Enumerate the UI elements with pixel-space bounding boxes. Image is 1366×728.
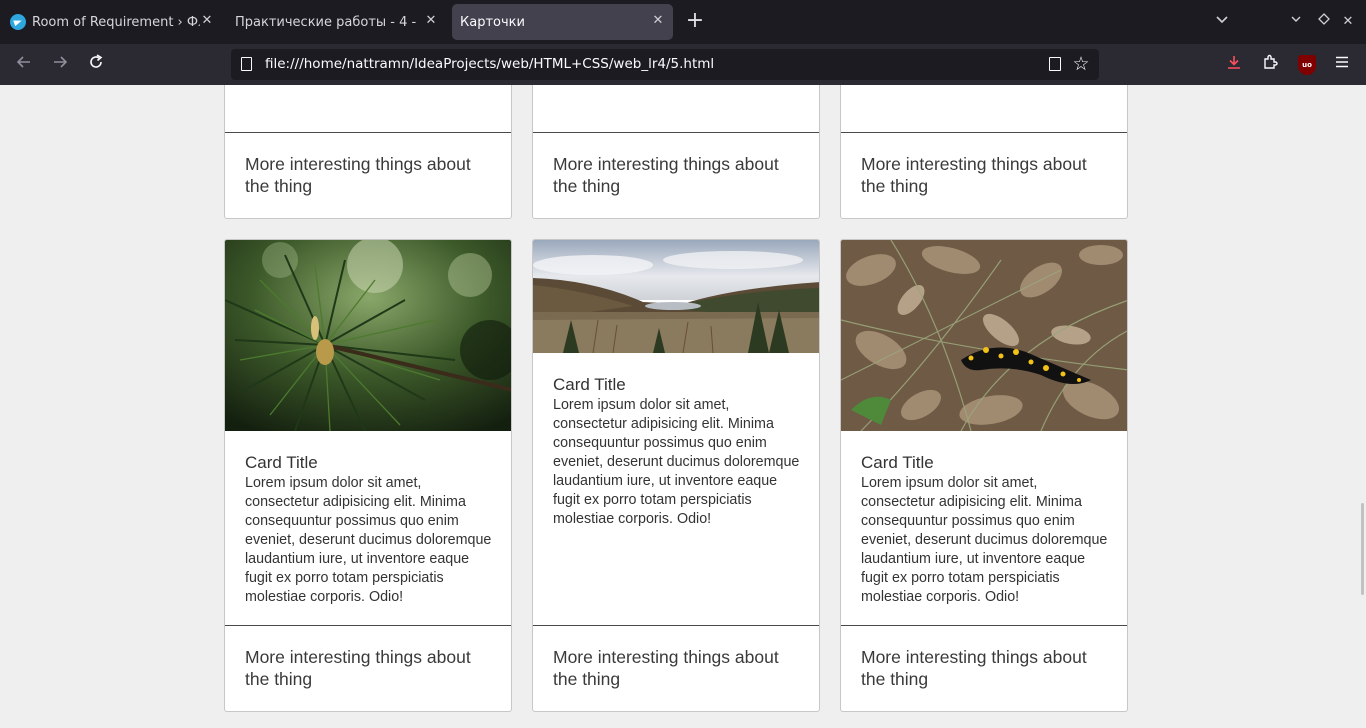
card-footer: More interesting things about the thing (841, 625, 1127, 711)
navigation-toolbar: file:///home/nattramn/IdeaProjects/web/H… (0, 44, 1366, 85)
diamond-icon[interactable] (1314, 12, 1334, 32)
tab-title: Карточки (460, 14, 525, 30)
card: Card Title Lorem ipsum dolor sit amet, c… (532, 239, 820, 712)
card-footer: More interesting things about the thing (225, 132, 511, 218)
download-icon[interactable] (1223, 54, 1245, 76)
card: More interesting things about the thing (840, 85, 1128, 219)
bookmark-star-icon[interactable]: ☆ (1070, 51, 1092, 77)
card-footer: More interesting things about the thing (841, 132, 1127, 218)
card: More interesting things about the thing (532, 85, 820, 219)
tab-title: Room of Requirement › Флуд (32, 14, 200, 30)
card-body: Card Title Lorem ipsum dolor sit amet, c… (553, 375, 805, 529)
card-text: Lorem ipsum dolor sit amet, consectetur … (553, 397, 800, 527)
card-footer: More interesting things about the thing (533, 625, 819, 711)
back-arrow-icon[interactable] (13, 54, 35, 76)
card-title: Card Title (245, 453, 318, 472)
card: More interesting things about the thing (224, 85, 512, 219)
card-title: Card Title (861, 453, 934, 472)
tab-title: Практические работы - 4 - HTML (235, 14, 421, 30)
card: Card Title Lorem ipsum dolor sit amet, c… (224, 239, 512, 712)
reader-view-icon[interactable] (1049, 57, 1061, 71)
card-footer: More interesting things about the thing (533, 132, 819, 218)
tab-cards[interactable]: Карточки ✕ (452, 4, 673, 40)
ublock-origin-icon[interactable]: uo (1298, 55, 1316, 75)
chevron-down-icon[interactable] (1286, 12, 1306, 32)
tab-telegram[interactable]: Room of Requirement › Флуд ✕ (8, 4, 222, 40)
card-title: Card Title (553, 375, 626, 394)
scrollbar-thumb[interactable] (1361, 503, 1364, 595)
reload-icon[interactable] (85, 54, 107, 76)
salamander-photo (841, 240, 1127, 431)
card-body: Card Title Lorem ipsum dolor sit amet, c… (861, 453, 1113, 607)
tab-bar: Room of Requirement › Флуд ✕ Практически… (0, 0, 1366, 44)
card: Card Title Lorem ipsum dolor sit amet, c… (840, 239, 1128, 712)
new-tab-button[interactable]: + (684, 10, 706, 33)
card-footer: More interesting things about the thing (225, 625, 511, 711)
valley-landscape-photo (533, 240, 819, 353)
list-all-tabs-icon[interactable] (1212, 12, 1232, 33)
page-icon (241, 57, 252, 71)
close-window-icon[interactable]: ✕ (1338, 12, 1358, 32)
card-text: Lorem ipsum dolor sit amet, consectetur … (245, 475, 492, 605)
close-icon[interactable]: ✕ (651, 14, 665, 28)
menu-icon[interactable] (1331, 54, 1353, 76)
pine-branch-photo (225, 240, 511, 431)
forward-arrow-icon[interactable] (49, 54, 71, 76)
tab-practical-works[interactable]: Практические работы - 4 - HTML ✕ (228, 4, 446, 40)
close-icon[interactable]: ✕ (200, 14, 214, 28)
page-viewport: More interesting things about the thing … (0, 85, 1366, 728)
url-text[interactable]: file:///home/nattramn/IdeaProjects/web/H… (265, 49, 714, 80)
close-icon[interactable]: ✕ (424, 14, 438, 28)
extensions-icon[interactable] (1259, 54, 1281, 76)
card-text: Lorem ipsum dolor sit amet, consectetur … (861, 475, 1108, 605)
card-body: Card Title Lorem ipsum dolor sit amet, c… (245, 453, 497, 607)
telegram-icon (10, 14, 26, 30)
address-bar[interactable]: file:///home/nattramn/IdeaProjects/web/H… (231, 49, 1099, 80)
